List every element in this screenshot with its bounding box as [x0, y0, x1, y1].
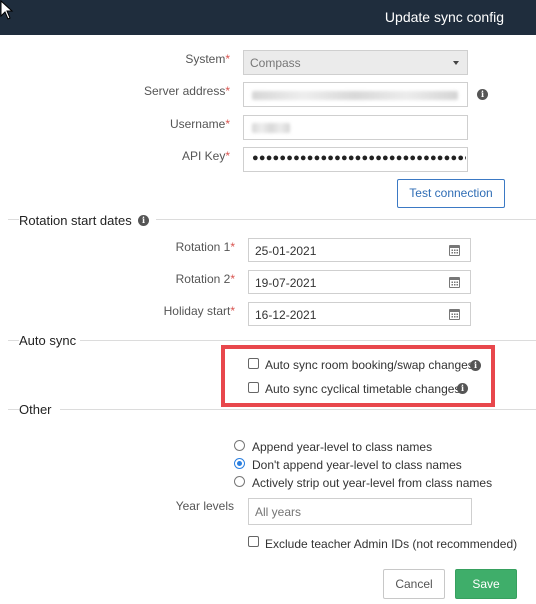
username-input[interactable] [243, 115, 468, 140]
divider [8, 219, 19, 220]
exclude-admin-ids-label: Exclude teacher Admin IDs (not recommend… [265, 537, 518, 551]
holiday-start-label: Holiday start* [163, 304, 235, 318]
calendar-icon[interactable] [449, 245, 460, 256]
api-key-label: API Key* [181, 149, 230, 163]
system-select[interactable]: Compass [243, 50, 468, 75]
divider [8, 340, 19, 341]
info-icon[interactable]: i [138, 215, 149, 226]
system-label: System* [185, 52, 230, 66]
radio-strip-year-level[interactable] [234, 476, 245, 487]
save-button[interactable]: Save [455, 569, 517, 599]
username-label: Username* [169, 117, 230, 131]
dialog-title: Update sync config [384, 9, 504, 25]
chevron-down-icon [453, 61, 459, 65]
year-levels-label: Year levels [175, 499, 234, 513]
calendar-icon[interactable] [449, 277, 460, 288]
test-connection-button[interactable]: Test connection [397, 179, 505, 208]
radio-dont-append-year-level-label: Don't append year-level to class names [252, 458, 462, 472]
radio-strip-year-level-label: Actively strip out year-level from class… [252, 476, 493, 490]
cancel-button[interactable]: Cancel [383, 569, 445, 599]
mouse-pointer-icon [0, 0, 14, 20]
rotation2-date-input[interactable]: 19-07-2021 [248, 270, 471, 294]
redacted-text [252, 123, 290, 133]
calendar-icon[interactable] [449, 309, 460, 320]
rotation1-label: Rotation 1* [175, 240, 235, 254]
divider [80, 340, 536, 341]
redacted-text [252, 91, 458, 100]
rotation-section-title: Rotation start dates [19, 213, 132, 228]
rotation2-label: Rotation 2* [175, 272, 235, 286]
info-icon[interactable]: i [477, 89, 488, 100]
holiday-start-date-input[interactable]: 16-12-2021 [248, 302, 471, 326]
highlight-box [221, 345, 495, 407]
divider [156, 219, 536, 220]
api-key-input[interactable]: ●●●●●●●●●●●●●●●●●●●●●●●●●●●●●●●● [243, 147, 468, 172]
divider [8, 409, 19, 410]
divider [60, 409, 536, 410]
server-address-label: Server address* [143, 84, 230, 98]
rotation1-date-input[interactable]: 25-01-2021 [248, 238, 471, 262]
server-address-input[interactable] [243, 82, 468, 107]
exclude-admin-ids-checkbox[interactable] [248, 536, 259, 547]
year-levels-input[interactable] [248, 498, 472, 525]
radio-append-year-level-label: Append year-level to class names [252, 440, 433, 454]
dialog-header: Update sync config [0, 0, 536, 35]
radio-dont-append-year-level[interactable] [234, 458, 245, 469]
other-section-title: Other [19, 402, 52, 417]
autosync-section-title: Auto sync [19, 333, 77, 348]
radio-append-year-level[interactable] [234, 440, 245, 451]
